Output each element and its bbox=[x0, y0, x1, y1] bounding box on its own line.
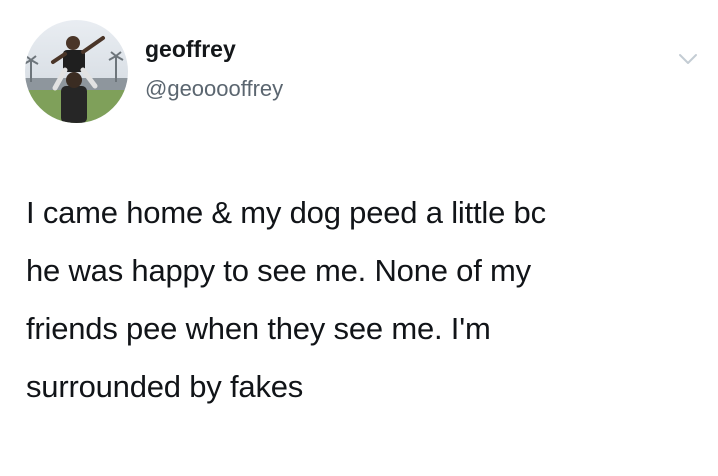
chevron-down-icon[interactable] bbox=[678, 52, 698, 66]
tweet-text-line: surrounded by fakes bbox=[26, 369, 304, 404]
tweet-card: geoffrey @geooooffrey I came home & my d… bbox=[0, 0, 718, 476]
tweet-text: I came home & my dog peed a little bc he… bbox=[26, 184, 706, 416]
author-handle[interactable]: @geooooffrey bbox=[145, 78, 283, 100]
profile-photo bbox=[25, 20, 128, 123]
tweet-text-line: I came home & my dog peed a little bc bbox=[26, 195, 546, 230]
avatar[interactable] bbox=[25, 20, 128, 123]
author-display-name[interactable]: geoffrey bbox=[145, 38, 236, 61]
tweet-text-line: friends pee when they see me. I'm bbox=[26, 311, 491, 346]
tweet-text-line: he was happy to see me. None of my bbox=[26, 253, 531, 288]
